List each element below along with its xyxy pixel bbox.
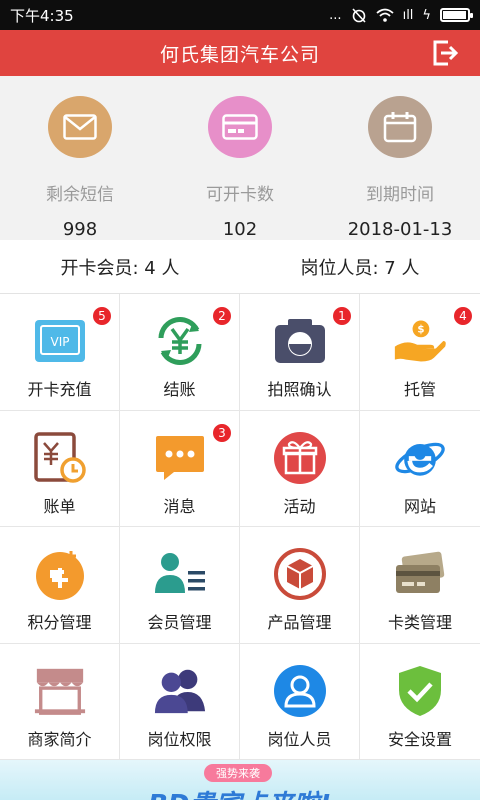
browser-e-icon	[393, 431, 447, 485]
stat-label: 到期时间	[366, 185, 434, 205]
menu-grid: VIP 开卡充值 5 结账 2 拍照确认 1 $ 托管 4 账单 消息 3 活动…	[0, 294, 480, 760]
menu-label: 活动	[283, 496, 316, 516]
points-plus-icon	[33, 547, 87, 601]
menu-label: 产品管理	[267, 613, 332, 632]
menu-staff[interactable]: 岗位人员	[240, 643, 360, 760]
stat-sms: 剩余短信 998	[0, 76, 160, 240]
menu-card-type[interactable]: 卡类管理	[360, 527, 480, 644]
menu-activity[interactable]: 活动	[240, 410, 360, 527]
menu-label: 账单	[43, 496, 76, 516]
shop-awning-icon	[33, 664, 87, 718]
battery-icon	[440, 8, 473, 22]
calendar-icon	[368, 96, 432, 158]
stat-value: 998	[62, 219, 98, 240]
more-dots-icon: ...	[329, 7, 342, 23]
menu-label: 岗位人员	[267, 729, 332, 749]
menu-label: 卡类管理	[387, 613, 452, 632]
notification-badge: 2	[212, 306, 232, 326]
stat-cards: 可开卡数 102	[160, 76, 320, 240]
stat-label: 剩余短信	[46, 185, 114, 205]
product-box-icon	[273, 547, 327, 601]
menu-bill[interactable]: 账单	[0, 410, 120, 527]
menu-label: 托管	[403, 380, 436, 399]
status-bar: 下午4:35 ... ıll ϟ	[0, 0, 480, 30]
promo-banner[interactable]: 强势来袭 BD贵宾卡来啦!	[0, 760, 480, 800]
menu-label: 商家简介	[27, 729, 92, 749]
menu-security[interactable]: 安全设置	[360, 643, 480, 760]
stat-value: 2018-01-13	[347, 219, 453, 240]
member-count: 开卡会员: 4 人	[60, 257, 180, 279]
notification-badge: 3	[212, 422, 232, 443]
menu-website[interactable]: 网站	[360, 410, 480, 527]
mail-icon	[48, 96, 112, 158]
menu-label: 岗位权限	[147, 729, 212, 749]
svg-text:$: $	[417, 324, 424, 336]
cards-icon	[393, 547, 447, 601]
menu-label: 结账	[163, 380, 196, 399]
menu-label: 消息	[163, 496, 196, 516]
coin-hand-icon: $	[393, 314, 447, 368]
menu-label: 积分管理	[27, 613, 92, 632]
group-users-icon	[153, 664, 207, 718]
menu-custody[interactable]: $ 托管 4	[360, 294, 480, 411]
menu-checkout[interactable]: 结账 2	[120, 294, 240, 411]
member-list-icon	[153, 547, 207, 601]
menu-points[interactable]: 积分管理	[0, 527, 120, 644]
charging-icon: ϟ	[422, 7, 431, 23]
menu-label: 会员管理	[147, 613, 212, 632]
bill-clock-icon	[33, 431, 87, 485]
notification-badge: 5	[92, 306, 112, 326]
promo-tag: 强势来袭	[204, 764, 272, 782]
staff-count: 岗位人员: 7 人	[300, 257, 420, 279]
yen-refresh-icon	[153, 314, 207, 368]
status-icons: ... ıll ϟ	[329, 7, 473, 23]
stat-value: 102	[222, 219, 258, 240]
page-title: 何氏集团汽车公司	[159, 43, 320, 66]
menu-merchant-intro[interactable]: 商家简介	[0, 643, 120, 760]
vip-card-icon: VIP	[33, 314, 87, 368]
menu-product-manage[interactable]: 产品管理	[240, 527, 360, 644]
menu-member-manage[interactable]: 会员管理	[120, 527, 240, 644]
menu-messages[interactable]: 消息 3	[120, 410, 240, 527]
notification-badge: 1	[332, 306, 352, 326]
stats-panel: 剩余短信 998 可开卡数 102 到期时间 2018-01-13	[0, 76, 480, 240]
signal-icon: ıll	[402, 7, 414, 23]
menu-open-card[interactable]: VIP 开卡充值 5	[0, 294, 120, 411]
stat-label: 可开卡数	[206, 185, 274, 205]
wifi-icon	[375, 8, 394, 22]
camera-icon	[273, 314, 327, 368]
menu-label: 安全设置	[387, 729, 452, 749]
menu-role-permission[interactable]: 岗位权限	[120, 643, 240, 760]
alarm-off-icon	[351, 8, 366, 23]
stat-expiry: 到期时间 2018-01-13	[320, 76, 480, 240]
menu-label: 拍照确认	[267, 380, 332, 399]
svg-text:VIP: VIP	[50, 335, 69, 349]
title-bar: 何氏集团汽车公司	[0, 30, 480, 76]
person-circle-icon	[273, 664, 327, 718]
menu-label: 开卡充值	[27, 380, 92, 399]
menu-label: 网站	[403, 496, 436, 516]
summary-row: 开卡会员: 4 人 岗位人员: 7 人	[0, 240, 480, 294]
notification-badge: 4	[453, 306, 473, 326]
card-icon	[208, 96, 272, 158]
status-time: 下午4:35	[10, 6, 74, 25]
shield-check-icon	[393, 664, 447, 718]
promo-headline: BD贵宾卡来啦!	[148, 784, 331, 800]
logout-icon[interactable]	[430, 38, 460, 68]
gift-icon	[273, 431, 327, 485]
message-icon	[153, 431, 207, 485]
menu-photo-confirm[interactable]: 拍照确认 1	[240, 294, 360, 411]
